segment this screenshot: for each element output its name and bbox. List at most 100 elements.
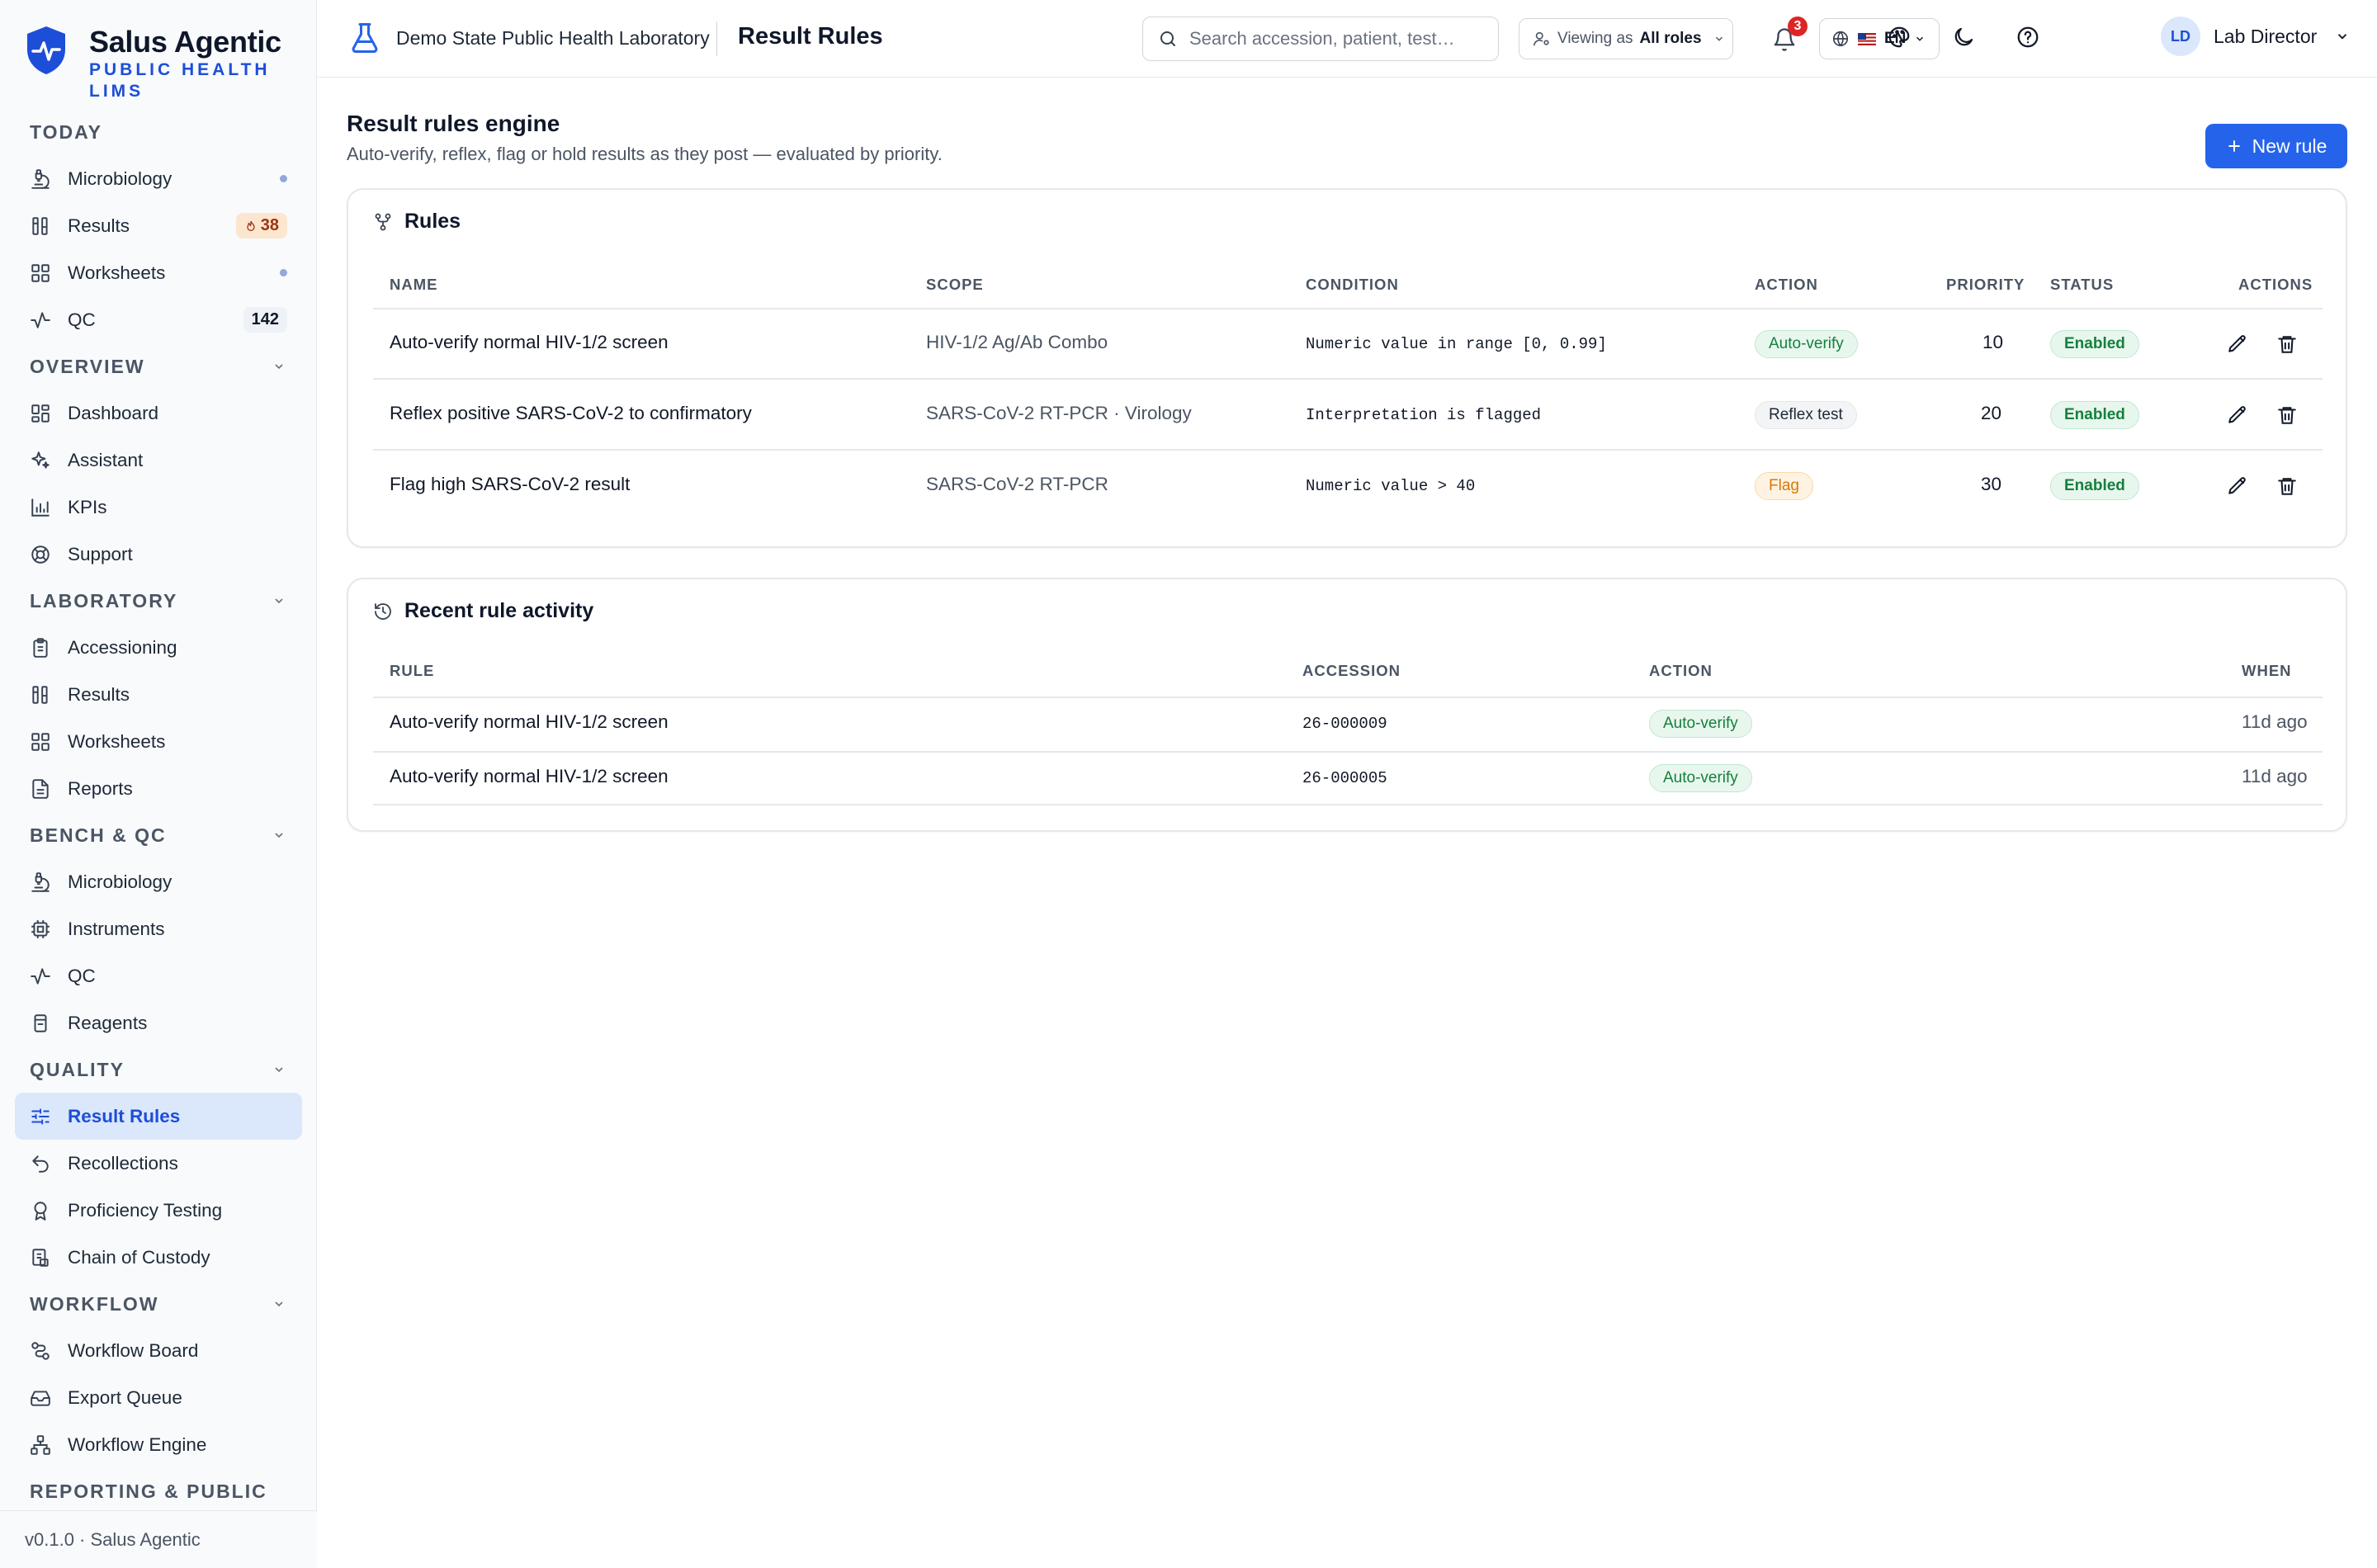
activity-accession: 26-000005 <box>1302 769 1387 787</box>
sidebar-item-support[interactable]: Support <box>15 531 302 578</box>
section-workflow[interactable]: WORKFLOW <box>0 1281 317 1327</box>
badge-value: 38 <box>260 216 279 234</box>
activity-icon <box>31 311 50 328</box>
version-text: v0.1.0 · Salus Agentic <box>25 1528 201 1550</box>
activity-when: 11d ago <box>2242 711 2308 732</box>
sidebar-item-label: Export Queue <box>68 1386 182 1408</box>
sidebar-item-label: Assistant <box>68 449 144 470</box>
flame-icon <box>247 220 255 231</box>
section-label: BENCH & QC <box>30 824 167 846</box>
user-cog-icon <box>1533 31 1549 46</box>
qc-count-badge: 142 <box>243 307 287 333</box>
section-laboratory[interactable]: LABORATORY <box>0 578 317 624</box>
section-label: LABORATORY <box>30 589 178 612</box>
version-footer: v0.1.0 · Salus Agentic <box>0 1510 317 1568</box>
section-reporting-public[interactable]: REPORTING & PUBLIC <box>0 1468 317 1512</box>
trash-icon[interactable] <box>2276 333 2298 355</box>
cpu-icon <box>31 919 50 938</box>
sidebar-item-export-queue[interactable]: Export Queue <box>15 1374 302 1421</box>
section-bench-qc[interactable]: BENCH & QC <box>0 812 317 858</box>
sidebar-item-result-rules[interactable]: Result Rules <box>15 1093 302 1140</box>
sidebar-item-label: Chain of Custody <box>68 1246 210 1268</box>
sidebar-item-worksheets[interactable]: Worksheets <box>15 718 302 765</box>
brand[interactable]: Salus Agentic PUBLIC HEALTH LIMS <box>25 13 305 101</box>
sidebar-item-label: Result Rules <box>68 1105 181 1126</box>
language-selector[interactable]: EN <box>1819 18 1940 59</box>
col-header-name: NAME <box>390 276 438 293</box>
sidebar-item-microbiology[interactable]: Microbiology <box>15 858 302 905</box>
sidebar-item-reagents[interactable]: Reagents <box>15 999 302 1046</box>
sidebar-item-label: KPIs <box>68 496 107 517</box>
sidebar-item-label: QC <box>68 309 96 330</box>
sidebar-item-dashboard[interactable]: Dashboard <box>15 390 302 437</box>
recent-activity-card: Recent rule activity RULE ACCESSION ACTI… <box>347 578 2347 832</box>
header-divider <box>373 308 2323 309</box>
activity-when: 11d ago <box>2242 766 2308 786</box>
grid-icon <box>31 732 50 751</box>
sidebar-item-label: Microbiology <box>68 871 172 892</box>
sidebar-item-label: Results <box>68 215 130 236</box>
global-search[interactable] <box>1142 17 1499 61</box>
notification-count-badge: 3 <box>1788 17 1808 36</box>
palette-icon[interactable] <box>1887 25 1912 50</box>
row-divider <box>373 751 2323 753</box>
sidebar-item-chain-of-custody[interactable]: Chain of Custody <box>15 1234 302 1281</box>
lab-selector[interactable]: Demo State Public Health Laboratory <box>350 21 710 54</box>
action-badge: Flag <box>1755 472 1813 500</box>
activity-icon <box>31 967 50 985</box>
sidebar-item-accessioning[interactable]: Accessioning <box>15 624 302 671</box>
sidebar-item-assistant[interactable]: Assistant <box>15 437 302 484</box>
section-label: REPORTING & PUBLIC <box>30 1480 267 1502</box>
beaker-icon <box>352 23 378 53</box>
col-header-accession: ACCESSION <box>1302 662 1401 679</box>
sidebar-item-microbiology-today[interactable]: Microbiology <box>15 155 302 202</box>
section-quality[interactable]: QUALITY <box>0 1046 317 1093</box>
sidebar-item-kpis[interactable]: KPIs <box>15 484 302 531</box>
rule-scope: SARS-CoV-2 RT-PCR · Virology <box>926 403 1192 423</box>
notifications-button[interactable]: 3 <box>1766 17 1808 56</box>
action-badge: Reflex test <box>1755 401 1857 429</box>
new-rule-button[interactable]: New rule <box>2205 124 2347 168</box>
row-divider <box>373 449 2323 451</box>
sidebar-item-qc-today[interactable]: QC 142 <box>15 296 302 343</box>
viewing-label: Viewing as <box>1557 30 1633 47</box>
sidebar-item-recollections[interactable]: Recollections <box>15 1140 302 1187</box>
trash-icon[interactable] <box>2276 404 2298 426</box>
sidebar-item-label: QC <box>68 965 96 986</box>
edit-pencil-icon[interactable] <box>2227 475 2248 497</box>
card-title-text: Recent rule activity <box>404 599 594 622</box>
section-overview[interactable]: OVERVIEW <box>0 343 317 390</box>
microscope-icon <box>31 168 50 189</box>
sidebar-item-reports[interactable]: Reports <box>15 765 302 812</box>
card-title: Recent rule activity <box>373 599 593 623</box>
sidebar-item-qc[interactable]: QC <box>15 952 302 999</box>
lab-name: Demo State Public Health Laboratory <box>396 26 710 49</box>
sidebar: Salus Agentic PUBLIC HEALTH LIMS TODAY M… <box>0 0 317 1568</box>
activity-accession: 26-000009 <box>1302 715 1387 733</box>
search-input[interactable] <box>1189 28 1486 50</box>
section-label: QUALITY <box>30 1058 125 1080</box>
col-header-priority: PRIORITY <box>1946 276 2025 293</box>
role-switcher[interactable]: Viewing as All roles <box>1519 18 1733 59</box>
sidebar-item-proficiency-testing[interactable]: Proficiency Testing <box>15 1187 302 1234</box>
lifebuoy-icon <box>31 545 50 564</box>
microscope-icon <box>31 871 50 892</box>
user-menu[interactable]: LD Lab Director <box>2161 17 2350 56</box>
help-circle-icon[interactable] <box>2015 25 2040 50</box>
sidebar-item-workflow-engine[interactable]: Workflow Engine <box>15 1421 302 1468</box>
sidebar-item-results[interactable]: Results <box>15 671 302 718</box>
edit-pencil-icon[interactable] <box>2227 404 2248 426</box>
section-heading: Result rules engine <box>347 111 560 136</box>
sidebar-item-results-today[interactable]: Results 38 <box>15 202 302 249</box>
sidebar-item-worksheets-today[interactable]: Worksheets <box>15 249 302 296</box>
rule-name: Reflex positive SARS-CoV-2 to confirmato… <box>390 403 752 423</box>
sidebar-nav[interactable]: TODAY Microbiology Results 38 Worksheets… <box>0 109 317 1512</box>
sidebar-item-label: Microbiology <box>68 168 172 189</box>
trash-icon[interactable] <box>2276 475 2298 497</box>
moon-icon[interactable] <box>1951 25 1976 50</box>
sidebar-item-instruments[interactable]: Instruments <box>15 905 302 952</box>
grid-icon <box>31 263 50 282</box>
edit-pencil-icon[interactable] <box>2227 333 2248 355</box>
sidebar-item-workflow-board[interactable]: Workflow Board <box>15 1327 302 1374</box>
col-header-status: STATUS <box>2050 276 2115 293</box>
